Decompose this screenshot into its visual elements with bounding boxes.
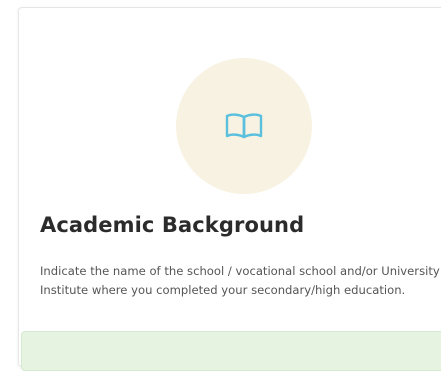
open-book-icon <box>225 113 263 139</box>
section-description: Indicate the name of the school / vocati… <box>40 264 441 297</box>
icon-badge <box>176 58 312 194</box>
academic-background-card: Academic Background Indicate the name of… <box>18 7 441 367</box>
info-notice-box <box>21 331 441 371</box>
section-title: Academic Background <box>40 213 305 237</box>
